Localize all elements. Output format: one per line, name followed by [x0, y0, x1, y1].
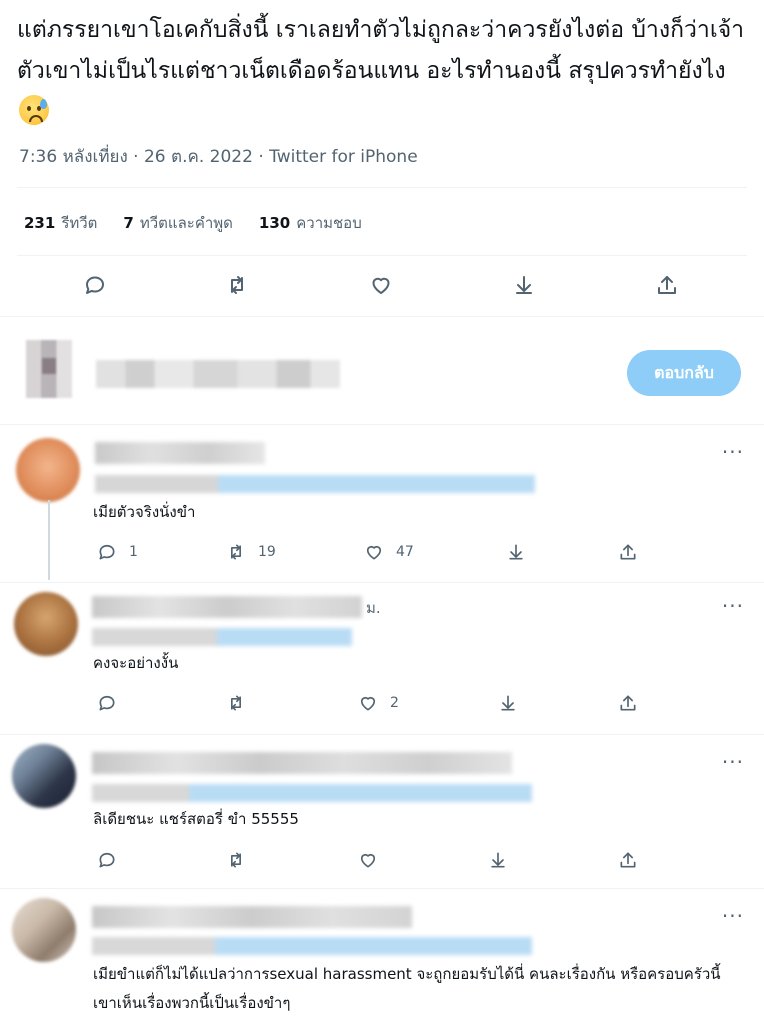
- share-button[interactable]: [618, 542, 638, 562]
- download-arrow-icon: [509, 544, 523, 560]
- download-arrow-icon: [516, 276, 532, 294]
- reply-text: ลิเดียชนะ แชร์สตอรี่ ขำ 55555: [93, 810, 299, 828]
- tweet-actions: [0, 270, 764, 304]
- avatar[interactable]: [16, 438, 80, 502]
- divider: [0, 316, 764, 317]
- anxious-face-with-sweat-emoji-icon: [19, 95, 49, 125]
- tweet-text: แต่ภรรยาเขาโอเคกับสิ่งนี้ เราเลยทำตัวไม่…: [17, 10, 757, 133]
- divider: [17, 187, 747, 188]
- retweet-button[interactable]: [222, 270, 252, 300]
- bookmark-button[interactable]: [498, 693, 518, 713]
- like-button[interactable]: [358, 850, 378, 870]
- share-icon: [620, 852, 636, 868]
- username-blurred[interactable]: [92, 906, 412, 928]
- retweet-button[interactable]: [226, 693, 246, 713]
- tweet-timestamp[interactable]: 7:36 หลังเที่ยง · 26 ต.ค. 2022 · Twitter…: [19, 143, 418, 170]
- reply-icon: [86, 276, 104, 294]
- download-arrow-icon: [491, 852, 505, 868]
- divider: [0, 424, 764, 425]
- divider: [0, 582, 764, 583]
- username-blurred[interactable]: [92, 752, 512, 774]
- retweet-count: 19: [258, 544, 276, 560]
- replying-to-blurred: [92, 937, 532, 955]
- bookmark-button[interactable]: [488, 850, 508, 870]
- reply-actions: 2: [0, 693, 764, 717]
- more-options-icon[interactable]: ···: [722, 440, 744, 464]
- likes-stat[interactable]: 130 ความชอบ: [259, 211, 362, 235]
- heart-icon: [366, 545, 382, 560]
- share-icon: [620, 544, 636, 560]
- share-icon: [658, 276, 676, 294]
- username-blurred[interactable]: [95, 442, 265, 464]
- reply-button[interactable]: [80, 270, 110, 300]
- avatar[interactable]: [12, 744, 76, 808]
- more-options-icon[interactable]: ···: [722, 750, 744, 774]
- replying-to-blurred: [92, 628, 352, 646]
- tweet-stats: 231 รีทวีต 7 ทวีตและคำพูด 130 ความชอบ: [24, 211, 362, 235]
- retweet-icon: [231, 544, 241, 560]
- reply-icon: [99, 852, 115, 868]
- avatar[interactable]: [12, 898, 76, 962]
- reply-text: เมียตัวจริงนั่งขำ: [93, 503, 196, 521]
- reply-text: คงจะอย่างงั้น: [93, 654, 179, 672]
- replying-to-blurred: [92, 784, 532, 802]
- like-count: 47: [396, 544, 414, 560]
- reply-icon: [99, 544, 115, 560]
- reply-actions: 1 19 47: [0, 542, 764, 566]
- reply-actions: [0, 850, 764, 874]
- divider: [0, 734, 764, 735]
- reply-submit-button[interactable]: ตอบกลับ: [627, 350, 741, 396]
- retweet-button[interactable]: [226, 850, 246, 870]
- reply-icon: [99, 695, 115, 711]
- reply-count: 1: [129, 544, 138, 560]
- share-button[interactable]: [618, 850, 638, 870]
- retweet-button[interactable]: 19: [226, 542, 276, 562]
- reply-button[interactable]: [97, 693, 117, 713]
- like-button[interactable]: 47: [364, 542, 414, 562]
- tweet-body: แต่ภรรยาเขาโอเคกับสิ่งนี้ เราเลยทำตัวไม่…: [17, 17, 745, 84]
- retweet-icon: [231, 276, 243, 294]
- download-arrow-icon: [501, 695, 515, 711]
- share-button[interactable]: [652, 270, 682, 300]
- share-icon: [620, 695, 636, 711]
- reply-text: เมียขำแต่ก็ไม่ได้แปลว่าการsexual harassm…: [93, 965, 721, 1012]
- divider: [0, 888, 764, 889]
- avatar[interactable]: [14, 592, 78, 656]
- user-avatar[interactable]: [26, 340, 72, 398]
- divider: [17, 255, 747, 256]
- reply-input[interactable]: [96, 360, 340, 388]
- reply-button[interactable]: 1: [97, 542, 138, 562]
- like-button[interactable]: [366, 270, 396, 300]
- more-options-icon[interactable]: ···: [722, 904, 744, 928]
- like-button[interactable]: 2: [358, 693, 399, 713]
- retweet-icon: [231, 695, 241, 711]
- quotes-stat[interactable]: 7 ทวีตและคำพูด: [123, 211, 233, 235]
- bookmark-button[interactable]: [509, 270, 539, 300]
- bookmark-button[interactable]: [506, 542, 526, 562]
- share-button[interactable]: [618, 693, 638, 713]
- heart-icon: [360, 696, 376, 711]
- username-blurred[interactable]: [92, 596, 362, 618]
- heart-icon: [360, 853, 376, 868]
- replying-to-blurred: [95, 475, 535, 493]
- username-suffix: ม.: [366, 599, 381, 617]
- like-count: 2: [390, 695, 399, 711]
- more-options-icon[interactable]: ···: [722, 594, 744, 618]
- heart-icon: [372, 277, 390, 294]
- reply-button[interactable]: [97, 850, 117, 870]
- retweet-icon: [231, 852, 241, 868]
- thread-line: [48, 500, 50, 580]
- retweets-stat[interactable]: 231 รีทวีต: [24, 211, 97, 235]
